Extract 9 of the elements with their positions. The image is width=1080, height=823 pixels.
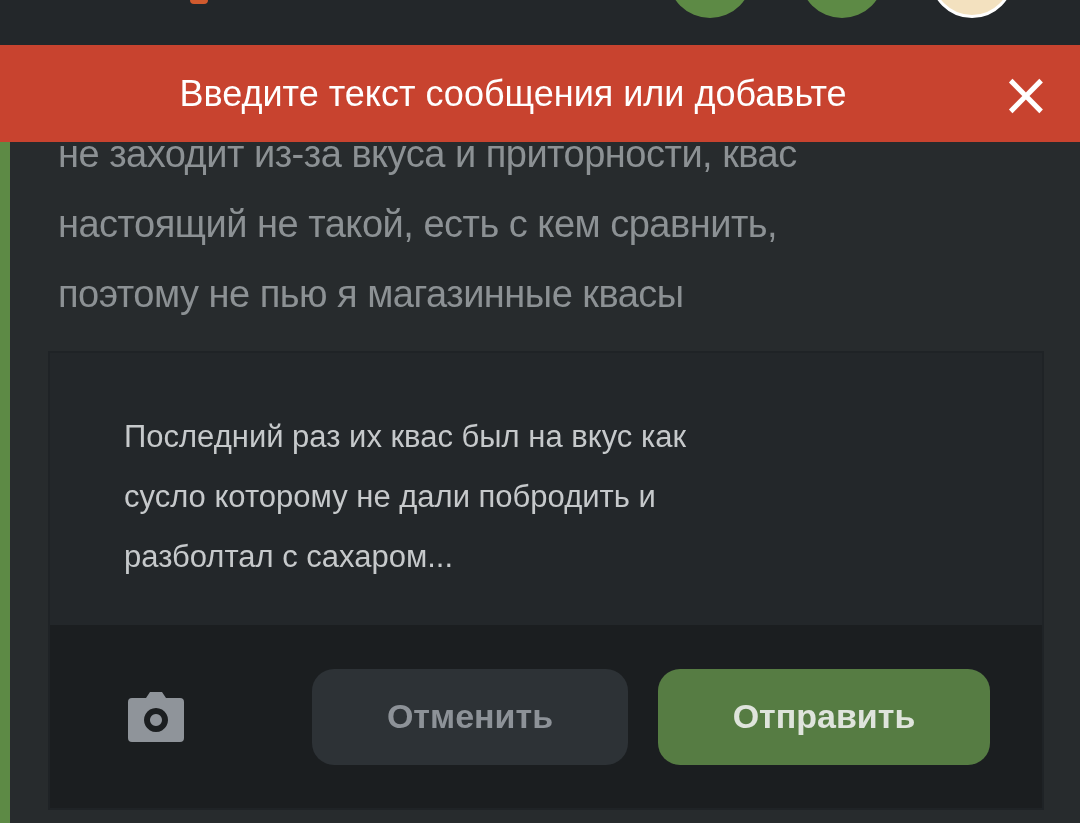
error-message: Введите текст сообщения или добавьте (178, 72, 848, 115)
close-button[interactable]: × (986, 62, 1066, 125)
comment-text: настоящий не такой, есть с кем сравнить, (58, 202, 779, 247)
comment-text: поэтому не пью я магазинные квасы (58, 272, 685, 317)
camera-icon[interactable] (128, 691, 184, 742)
message-input-field[interactable]: Последний раз их квас был на вкус как сусло которому не дали побродить и разболтал с сахаром... (50, 353, 1042, 625)
comment-text: не заходит из-за вкуса и приторности, квас (58, 132, 798, 177)
send-button[interactable]: Отправить (658, 668, 990, 765)
cancel-button[interactable]: Отменить (312, 668, 628, 765)
